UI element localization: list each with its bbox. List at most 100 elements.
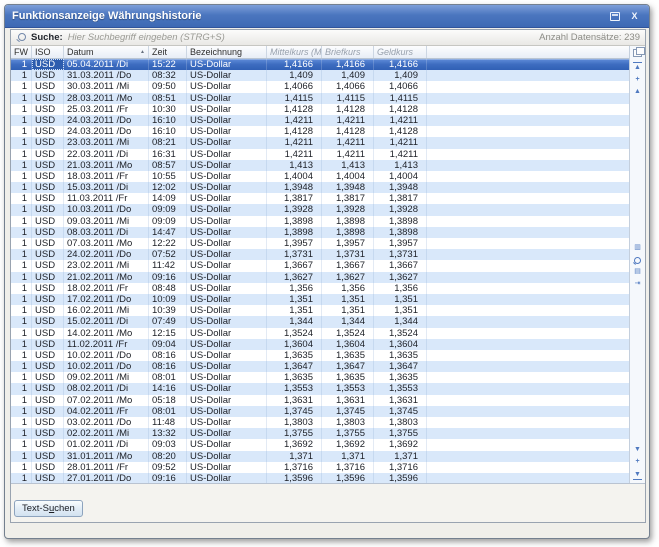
cell-datum: 24.03.2011 /Do — [64, 115, 149, 126]
cell-mittelkurs: 1,3731 — [267, 249, 322, 260]
text-search-button-label: Text-Suchen — [22, 503, 75, 514]
table-row[interactable]: 1USD27.01.2011 /Do09:16US-Dollar1,35961,… — [11, 473, 629, 483]
cell-datum: 08.02.2011 /Di — [64, 383, 149, 394]
table-row[interactable]: 1USD28.03.2011 /Mo08:51US-Dollar1,41151,… — [11, 93, 629, 104]
scroll-page-up-icon[interactable]: + — [633, 76, 642, 84]
table-row[interactable]: 1USD14.02.2011 /Mo12:15US-Dollar1,35241,… — [11, 328, 629, 339]
grid-scrollbar[interactable]: ▲ + ▲ ▥ ▤ ⇥ ▼ + ▼ — [629, 46, 645, 483]
scroll-first-icon[interactable]: ▲ — [633, 62, 642, 72]
column-header-briefkurs[interactable]: Briefkurs — [322, 46, 374, 58]
search-input[interactable]: Hier Suchbegriff eingeben (STRG+S) — [68, 32, 539, 43]
restore-button[interactable] — [607, 10, 622, 23]
table-row[interactable]: 1USD24.03.2011 /Do16:10US-Dollar1,41281,… — [11, 126, 629, 137]
cell-fw: 1 — [11, 81, 32, 92]
cell-bezeichnung: US-Dollar — [187, 204, 267, 215]
cell-zeit: 14:47 — [149, 227, 187, 238]
column-chooser-icon[interactable] — [633, 49, 642, 57]
cell-bezeichnung: US-Dollar — [187, 182, 267, 193]
cell-briefkurs: 1,3635 — [322, 350, 374, 361]
table-row[interactable]: 1USD23.03.2011 /Mi08:21US-Dollar1,42111,… — [11, 137, 629, 148]
search-bar[interactable]: Suche: Hier Suchbegriff eingeben (STRG+S… — [11, 30, 645, 46]
table-row[interactable]: 1USD15.02.2011 /Di07:49US-Dollar1,3441,3… — [11, 316, 629, 327]
cell-bezeichnung: US-Dollar — [187, 294, 267, 305]
cell-iso: USD — [32, 126, 64, 137]
cell-bezeichnung: US-Dollar — [187, 439, 267, 450]
table-row[interactable]: 1USD15.03.2011 /Di12:02US-Dollar1,39481,… — [11, 182, 629, 193]
table-row[interactable]: 1USD07.02.2011 /Mo05:18US-Dollar1,36311,… — [11, 395, 629, 406]
table-row[interactable]: 1USD18.02.2011 /Fr08:48US-Dollar1,3561,3… — [11, 283, 629, 294]
column-header-filler[interactable] — [427, 46, 629, 58]
cell-filler — [427, 462, 629, 473]
cell-mittelkurs: 1,3524 — [267, 328, 322, 339]
cell-bezeichnung: US-Dollar — [187, 115, 267, 126]
column-header-geldkurs[interactable]: Geldkurs — [374, 46, 427, 58]
table-row[interactable]: 1USD24.02.2011 /Do07:52US-Dollar1,37311,… — [11, 249, 629, 260]
scroll-page-down-icon[interactable]: + — [633, 458, 642, 466]
cell-datum: 15.02.2011 /Di — [64, 316, 149, 327]
cell-fw: 1 — [11, 193, 32, 204]
jump-right-icon[interactable]: ⇥ — [633, 280, 642, 288]
close-button[interactable]: X — [627, 10, 642, 23]
cell-datum: 09.02.2011 /Mi — [64, 372, 149, 383]
cell-mittelkurs: 1,3596 — [267, 473, 322, 483]
cell-filler — [427, 294, 629, 305]
column-header-fw[interactable]: FW — [11, 46, 32, 58]
cell-briefkurs: 1,4128 — [322, 126, 374, 137]
cell-zeit: 09:03 — [149, 439, 187, 450]
table-row[interactable]: 1USD24.03.2011 /Do16:10US-Dollar1,42111,… — [11, 115, 629, 126]
table-row[interactable]: 1USD31.03.2011 /Do08:32US-Dollar1,4091,4… — [11, 70, 629, 81]
cell-bezeichnung: US-Dollar — [187, 316, 267, 327]
column-header-mittelkurs[interactable]: Mittelkurs (MN) — [267, 46, 322, 58]
cell-fw: 1 — [11, 59, 32, 70]
table-row[interactable]: 1USD05.04.2011 /Di15:22US-Dollar1,41661,… — [11, 59, 629, 70]
cell-iso: USD — [32, 182, 64, 193]
table-row[interactable]: 1USD08.02.2011 /Di14:16US-Dollar1,35531,… — [11, 383, 629, 394]
table-row[interactable]: 1USD18.03.2011 /Fr10:55US-Dollar1,40041,… — [11, 171, 629, 182]
titlebar[interactable]: Funktionsanzeige Währungshistorie X — [5, 5, 649, 28]
table-row[interactable]: 1USD31.01.2011 /Mo08:20US-Dollar1,3711,3… — [11, 451, 629, 462]
table-row[interactable]: 1USD30.03.2011 /Mi09:50US-Dollar1,40661,… — [11, 81, 629, 92]
table-row[interactable]: 1USD10.03.2011 /Do09:09US-Dollar1,39281,… — [11, 204, 629, 215]
cell-fw: 1 — [11, 473, 32, 483]
table-row[interactable]: 1USD25.03.2011 /Fr10:30US-Dollar1,41281,… — [11, 104, 629, 115]
table-row[interactable]: 1USD07.03.2011 /Mo12:22US-Dollar1,39571,… — [11, 238, 629, 249]
cell-zeit: 09:16 — [149, 473, 187, 483]
cell-fw: 1 — [11, 395, 32, 406]
currency-history-grid: FWISODatum▲ZeitBezeichnungMittelkurs (MN… — [11, 46, 645, 484]
table-row[interactable]: 1USD17.02.2011 /Do10:09US-Dollar1,3511,3… — [11, 294, 629, 305]
cell-bezeichnung: US-Dollar — [187, 272, 267, 283]
table-row[interactable]: 1USD22.03.2011 /Di16:31US-Dollar1,42111,… — [11, 149, 629, 160]
cell-datum: 23.02.2011 /Mi — [64, 260, 149, 271]
table-row[interactable]: 1USD16.02.2011 /Mi10:39US-Dollar1,3511,3… — [11, 305, 629, 316]
table-row[interactable]: 1USD02.02.2011 /Mi13:32US-Dollar1,37551,… — [11, 428, 629, 439]
text-search-button[interactable]: Text-Suchen — [14, 500, 83, 517]
table-row[interactable]: 1USD28.01.2011 /Fr09:52US-Dollar1,37161,… — [11, 462, 629, 473]
column-header-iso[interactable]: ISO — [32, 46, 64, 58]
cell-fw: 1 — [11, 328, 32, 339]
cell-datum: 24.03.2011 /Do — [64, 126, 149, 137]
columns-icon[interactable]: ▥ — [633, 244, 642, 252]
cell-mittelkurs: 1,4211 — [267, 149, 322, 160]
table-row[interactable]: 1USD10.02.2011 /Do08:16US-Dollar1,36351,… — [11, 350, 629, 361]
table-row[interactable]: 1USD04.02.2011 /Fr08:01US-Dollar1,37451,… — [11, 406, 629, 417]
table-row[interactable]: 1USD03.02.2011 /Do11:48US-Dollar1,38031,… — [11, 417, 629, 428]
table-row[interactable]: 1USD11.02.2011 /Fr09:04US-Dollar1,36041,… — [11, 339, 629, 350]
table-row[interactable]: 1USD23.02.2011 /Mi11:42US-Dollar1,36671,… — [11, 260, 629, 271]
table-row[interactable]: 1USD21.03.2011 /Mo08:57US-Dollar1,4131,4… — [11, 160, 629, 171]
details-icon[interactable]: ▤ — [633, 268, 642, 276]
table-row[interactable]: 1USD01.02.2011 /Di09:03US-Dollar1,36921,… — [11, 439, 629, 450]
scroll-last-icon[interactable]: ▼ — [633, 470, 642, 480]
zoom-icon[interactable] — [633, 256, 642, 264]
table-row[interactable]: 1USD10.02.2011 /Do08:16US-Dollar1,36471,… — [11, 361, 629, 372]
column-header-bezeichnung[interactable]: Bezeichnung — [187, 46, 267, 58]
table-row[interactable]: 1USD08.03.2011 /Di14:47US-Dollar1,38981,… — [11, 227, 629, 238]
cell-geldkurs: 1,4128 — [374, 104, 427, 115]
column-header-zeit[interactable]: Zeit — [149, 46, 187, 58]
table-row[interactable]: 1USD11.03.2011 /Fr14:09US-Dollar1,38171,… — [11, 193, 629, 204]
table-row[interactable]: 1USD09.02.2011 /Mi08:01US-Dollar1,36351,… — [11, 372, 629, 383]
scroll-up-icon[interactable]: ▲ — [633, 88, 642, 96]
table-row[interactable]: 1USD21.02.2011 /Mo09:16US-Dollar1,36271,… — [11, 272, 629, 283]
table-row[interactable]: 1USD09.03.2011 /Mi09:09US-Dollar1,38981,… — [11, 216, 629, 227]
column-header-datum[interactable]: Datum▲ — [64, 46, 149, 58]
scroll-down-icon[interactable]: ▼ — [633, 446, 642, 454]
